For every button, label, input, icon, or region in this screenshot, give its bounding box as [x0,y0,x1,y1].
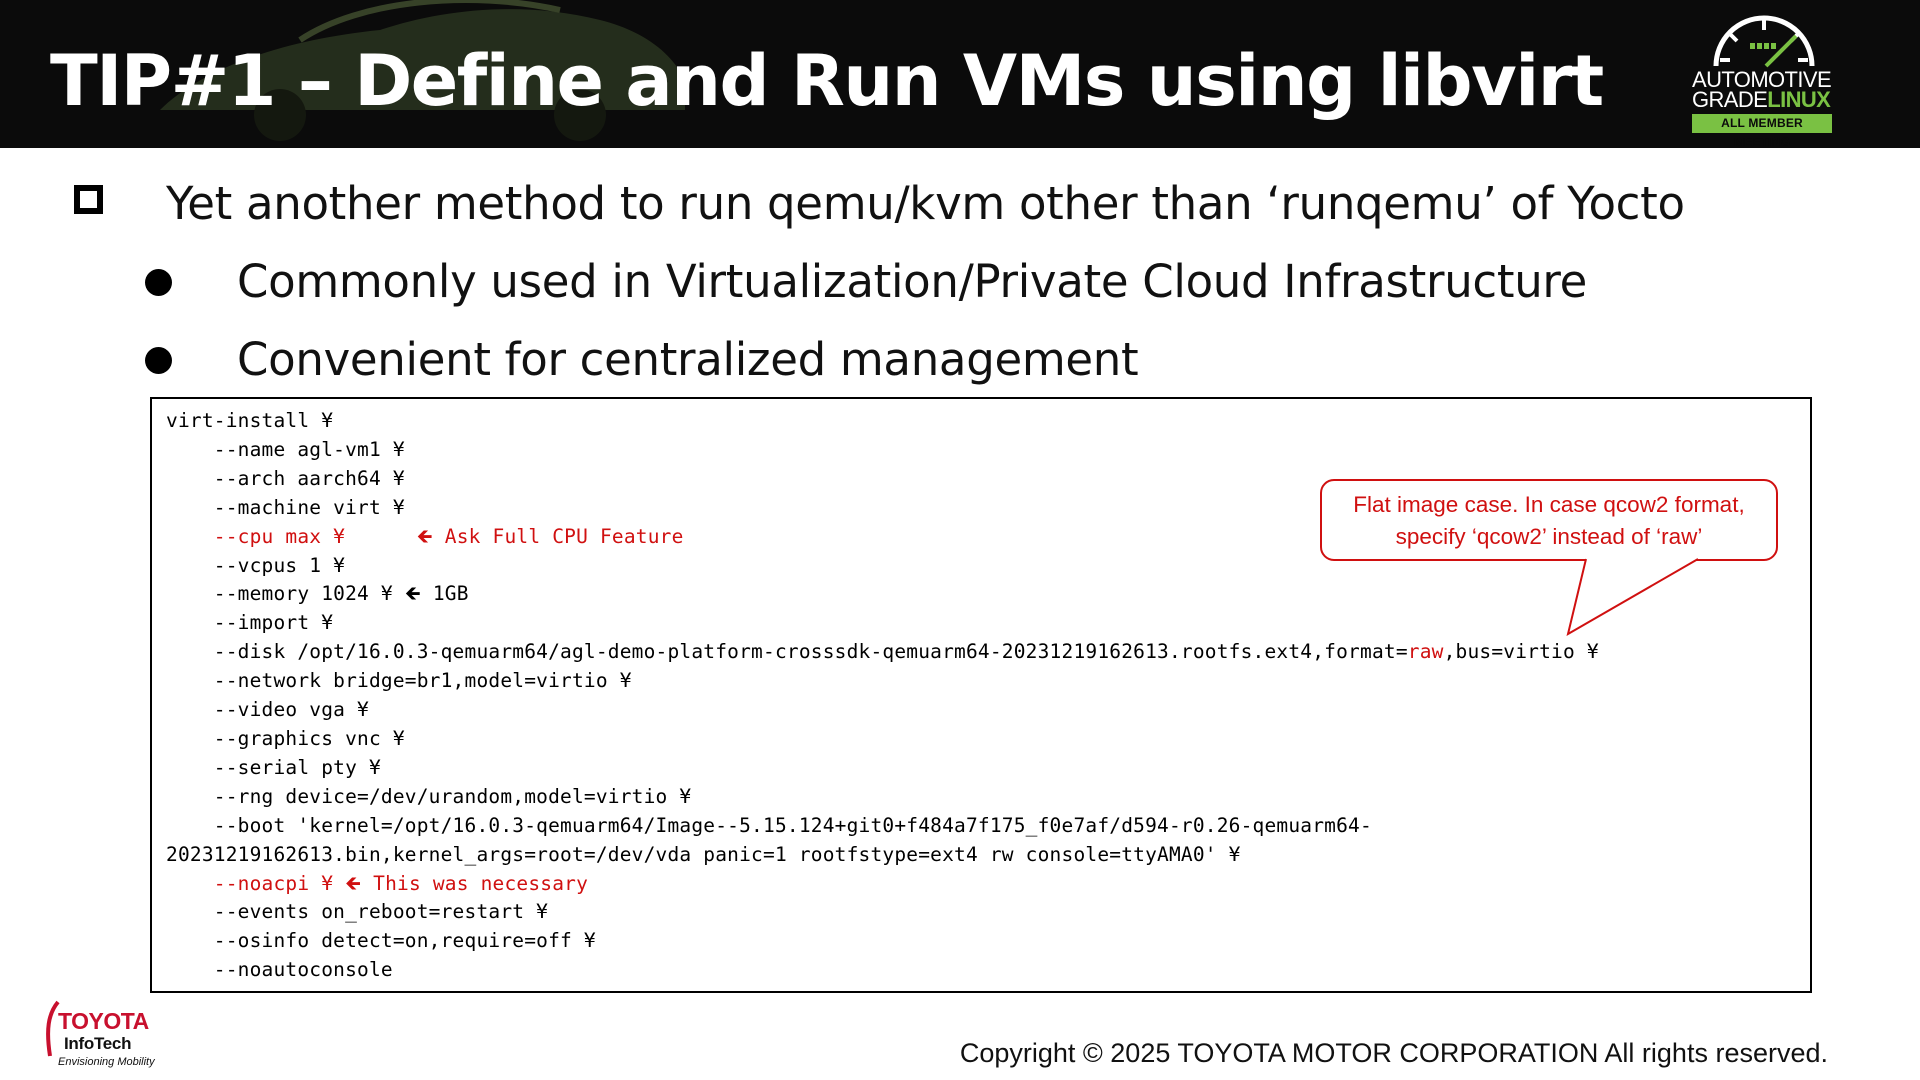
code-line: --rng device=/dev/urandom,model=virtio ¥ [166,784,692,808]
copyright: Copyright © 2025 TOYOTA MOTOR CORPORATIO… [959,1038,1828,1068]
left-arrow-icon: 🡸 [345,871,362,895]
bullet-main: Yet another method to run qemu/kvm other… [166,177,1685,230]
code-note: Ask Full CPU Feature [444,524,684,548]
code-line: --disk /opt/16.0.3-qemuarm64/agl-demo-pl… [166,640,1408,664]
agl-logo: AUTOMOTIVE GRADELINUX ALL MEMBER MEETING [1684,8,1844,148]
slide-title: TIP#1 – Define and Run VMs using libvirt [50,40,1604,122]
code-line: --graphics vnc ¥ [166,726,405,750]
code-line: --events on_reboot=restart ¥ [166,900,549,924]
code-line: ,bus=virtio ¥ [1443,640,1599,664]
code-line: --import ¥ [166,611,334,635]
infotech-wordmark: InfoTech [64,1034,132,1053]
callout-pointer [1566,558,1700,637]
code-line: --osinfo detect=on,require=off ¥ [166,929,596,953]
left-arrow-icon: 🡸 [416,524,433,548]
code-line: --vcpus 1 ¥ [166,553,346,577]
sub-bullet-1: Commonly used in Virtualization/Private … [237,255,1588,308]
toyota-wordmark: TOYOTA [58,1008,149,1034]
code-note: 1GB [432,582,469,606]
code-line: --noautoconsole [166,958,393,982]
code-line: --boot 'kernel=/opt/16.0.3-qemuarm64/Ima… [166,813,1372,837]
code-line: virt-install ¥ [166,409,334,432]
code-line: --name agl-vm1 ¥ [166,437,405,461]
toyota-tagline: Envisioning Mobility [58,1056,155,1068]
toyota-infotech-logo: TOYOTA InfoTech Envisioning Mobility [44,1000,174,1072]
sub-bullet-2: Convenient for centralized management [237,333,1139,386]
slide-header: TIP#1 – Define and Run VMs using libvirt… [0,0,1920,148]
speedometer-icon [1713,15,1815,68]
agl-logo-linux: LINUX [1767,87,1831,112]
code-line: --machine virt ¥ [166,495,405,519]
callout-line2: specify ‘qcow2’ instead of ‘raw’ [1395,524,1703,549]
round-bullet-icon [145,347,172,374]
code-line: --arch aarch64 ¥ [166,466,405,490]
code-line: --memory 1024 ¥ [166,582,393,606]
code-line: 20231219162613.bin,kernel_args=root=/dev… [166,842,1241,866]
agl-logo-grade: GRADE [1692,87,1768,112]
agl-logo-line2: GRADELINUX [1692,88,1842,112]
square-bullet-icon [74,185,103,214]
code-line: --video vga ¥ [166,698,369,722]
callout-line1: Flat image case. In case qcow2 format, [1353,492,1745,517]
code-line-highlight: --noacpi ¥ [166,871,334,895]
code-line-highlight: --cpu max ¥ [166,524,346,548]
code-highlight-raw: raw [1407,640,1444,664]
code-line: --network bridge=br1,model=virtio ¥ [166,669,632,693]
round-bullet-icon [145,269,172,296]
callout-note: Flat image case. In case qcow2 format, s… [1320,479,1778,561]
code-note: This was necessary [373,871,589,895]
code-line: --serial pty ¥ [166,755,381,779]
agl-badge: ALL MEMBER MEETING [1692,114,1832,148]
left-arrow-icon: 🡸 [404,582,421,606]
